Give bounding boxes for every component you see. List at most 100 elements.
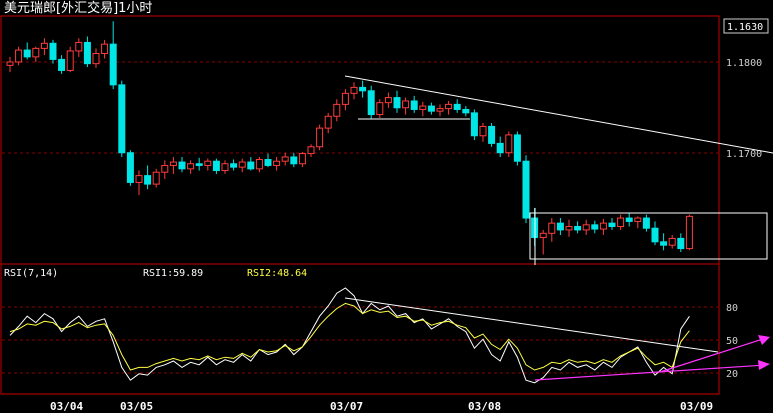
candle-up xyxy=(333,103,341,117)
rsi-level-label: 80 xyxy=(726,303,738,314)
candle-up xyxy=(307,146,315,155)
candle-up xyxy=(6,61,14,66)
candle-down xyxy=(247,161,255,170)
candle-up xyxy=(479,125,487,137)
candle-down xyxy=(212,160,220,172)
candle-up xyxy=(298,153,306,165)
candle-up xyxy=(187,163,195,170)
candle-down xyxy=(359,86,367,92)
rsi1-value-label: RSI1:59.89 xyxy=(143,268,203,279)
candle-up xyxy=(350,86,358,94)
candle-up xyxy=(548,222,556,234)
candle-up xyxy=(101,43,109,54)
chart-root: 美元瑞郎[外汇交易]1小时 1.1800 1.1700 1.1630 80 50… xyxy=(0,0,773,413)
candle-down xyxy=(410,100,418,110)
candle-up xyxy=(273,160,281,166)
candle-up xyxy=(255,159,263,170)
candle-down xyxy=(83,41,91,65)
candle-up xyxy=(599,222,607,230)
candle-up xyxy=(617,217,625,228)
candle-up xyxy=(685,215,693,250)
price-axis-label: 1.1800 xyxy=(726,58,762,69)
price-downtrend-line xyxy=(344,75,773,154)
candle-up xyxy=(341,92,349,105)
rsi-title: RSI(7,14) xyxy=(4,268,58,279)
candle-down xyxy=(290,156,298,165)
candle-up xyxy=(634,217,642,222)
candle-up xyxy=(316,127,324,148)
date-label: 03/07 xyxy=(330,400,363,413)
candle-up xyxy=(238,161,246,168)
candle-down xyxy=(608,222,616,228)
candle-down xyxy=(462,108,470,114)
candle-up xyxy=(161,164,169,173)
candle-up xyxy=(75,41,83,52)
candle-up xyxy=(15,49,23,63)
candle-down xyxy=(367,90,375,116)
candle-up xyxy=(221,163,229,172)
candle-down xyxy=(427,105,435,112)
candle-down xyxy=(264,159,272,166)
candle-down xyxy=(109,43,117,86)
rsi1-line xyxy=(9,287,690,384)
candle-down xyxy=(591,224,599,230)
candle-up xyxy=(376,102,384,116)
candle-up xyxy=(281,156,289,162)
candle-up xyxy=(505,134,513,154)
candle-down xyxy=(556,222,564,231)
candle-down xyxy=(660,241,668,246)
date-label: 03/04 xyxy=(50,400,83,413)
price-axis-label: 1.1700 xyxy=(726,149,762,160)
candle-down xyxy=(488,125,496,144)
candle-down xyxy=(513,134,521,162)
candle-down xyxy=(230,163,238,168)
rsi-level-label: 50 xyxy=(726,336,738,347)
stock-chart: 美元瑞郎[外汇交易]1小时 1.1800 1.1700 1.1630 80 50… xyxy=(0,0,773,413)
candle-down xyxy=(574,226,582,231)
rsi-level-label: 20 xyxy=(726,369,738,380)
candle-up xyxy=(32,47,40,58)
candle-up xyxy=(384,97,392,104)
current-price-label: 1.1630 xyxy=(727,22,763,33)
candle-up xyxy=(565,226,573,231)
date-label: 03/08 xyxy=(468,400,501,413)
candle-up xyxy=(402,100,410,109)
candle-up xyxy=(152,171,160,185)
rsi-downtrend-line xyxy=(344,297,719,353)
candle-down xyxy=(677,237,685,250)
candle-down xyxy=(393,97,401,109)
candle-up xyxy=(169,161,177,166)
candle-up xyxy=(92,52,100,65)
candle-down xyxy=(496,142,504,154)
candle-down xyxy=(49,42,57,60)
rsi2-value-label: RSI2:48.64 xyxy=(247,268,307,279)
candle-down xyxy=(470,112,478,137)
candle-up xyxy=(135,175,143,183)
candle-down xyxy=(195,163,203,166)
candle-up xyxy=(419,105,427,110)
candle-down xyxy=(126,152,134,183)
candle-up xyxy=(40,42,48,49)
candle-down xyxy=(453,103,461,110)
candle-up xyxy=(668,237,676,246)
candle-down xyxy=(522,160,530,219)
chart-title: 美元瑞郎[外汇交易]1小时 xyxy=(4,0,152,16)
candle-up xyxy=(66,50,74,71)
arrow-head-icon xyxy=(758,360,770,370)
candle-down xyxy=(144,175,152,185)
candle-up xyxy=(324,115,332,129)
candle-up xyxy=(436,108,444,112)
candle-up xyxy=(445,103,453,110)
candle-down xyxy=(58,58,66,71)
date-label: 03/09 xyxy=(680,400,713,413)
candle-up xyxy=(582,224,590,231)
candle-up xyxy=(539,232,547,239)
candle-up xyxy=(204,160,212,166)
candle-down xyxy=(118,84,126,154)
candle-down xyxy=(642,217,650,229)
candle-down xyxy=(625,217,633,222)
rsi2-line xyxy=(9,302,690,371)
date-label: 03/05 xyxy=(120,400,153,413)
candle-down xyxy=(178,161,186,170)
candle-down xyxy=(23,49,31,58)
